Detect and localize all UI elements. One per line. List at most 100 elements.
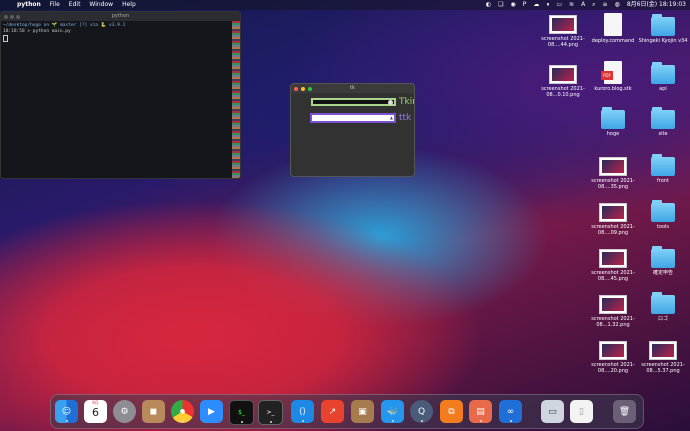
desktop-icon-label: ロゴ (657, 316, 668, 322)
quicktime-icon[interactable]: Q (410, 400, 433, 423)
desktop-icon-label: kuroro.blog.stk (594, 86, 632, 92)
menu-edit[interactable]: Edit (69, 0, 81, 10)
desktop-icon-screenshot-3[interactable]: screenshot 2021-08....35.png (587, 157, 639, 190)
desktop-icon-label: hoge (606, 131, 620, 137)
preview-icon[interactable]: ▤ (469, 400, 492, 423)
desktop-icon-screenshot-1[interactable]: screenshot 2021-08....44.png (537, 15, 589, 48)
terminal-cursor-line[interactable] (1, 35, 240, 43)
folder-icon (651, 14, 675, 36)
document-icon[interactable]: ▯ (570, 400, 593, 423)
desktop-icon-screenshot-8[interactable]: screenshot 2021-08...5.37.png (637, 341, 689, 374)
desktop-icon-screenshot-5[interactable]: screenshot 2021-08....45.png (587, 249, 639, 282)
tray-icon-2[interactable]: ❏ (498, 0, 503, 10)
desktop-icon-label: Shingeki Kyojin v34 (638, 38, 688, 44)
archive-icon[interactable]: ▣ (351, 400, 374, 423)
tk-title: tk (350, 85, 355, 91)
menu-app-name[interactable]: python (17, 0, 41, 10)
input-source-label[interactable]: A (581, 0, 585, 10)
desktop-icon-label: screenshot 2021-08...1.32.png (591, 316, 635, 328)
desktop-icon-front[interactable]: front (637, 154, 689, 184)
folder-icon (651, 107, 675, 129)
ttk-entry[interactable]: ▲ (310, 113, 396, 123)
ttk-entry-arrow-icon: ▲ (389, 115, 393, 120)
ttk-entry-field[interactable]: ▲ (312, 115, 394, 121)
desktop-icon-shingeki-kyojin[interactable]: Shingeki Kyojin v34 (637, 14, 689, 44)
tray-icon-1[interactable]: ◐ (486, 0, 491, 10)
trash-icon[interactable]: 🗑 (613, 400, 636, 423)
desktop-icon-label: screenshot 2021-08...5.37.png (641, 362, 685, 374)
desktop-icon-label: screenshot 2021-08....20.png (591, 362, 635, 374)
tkinter-entry[interactable] (311, 98, 396, 106)
menu-help[interactable]: Help (122, 0, 136, 10)
document-icon (604, 13, 622, 36)
desktop-icon-tools[interactable]: tools (637, 200, 689, 230)
terminal-window[interactable]: python ~/desktop/hoge on 🌱 master [?] vi… (0, 11, 241, 179)
folder-icon (601, 107, 625, 129)
desktop-icon-api[interactable]: api (637, 62, 689, 92)
terminal-scrollback-marks (232, 21, 240, 178)
zoom-icon[interactable]: ▶ (200, 400, 223, 423)
entry-clear-icon[interactable] (388, 100, 393, 105)
folder-icon (651, 154, 675, 176)
system-preferences-icon[interactable]: ⚙ (113, 400, 136, 423)
tkinter-label: Tkinter (399, 97, 414, 107)
iterm-icon[interactable]: $_ (229, 400, 254, 425)
menu-file[interactable]: File (50, 0, 60, 10)
terminal-titlebar[interactable]: python (1, 12, 240, 21)
folder-icon (651, 292, 675, 314)
folder-icon (651, 246, 675, 268)
tray-icon-3[interactable]: ◉ (510, 0, 515, 10)
desktop-icon-screenshot-7[interactable]: screenshot 2021-08....20.png (587, 341, 639, 374)
desktop-icon-label: tools (656, 224, 670, 230)
desktop-icon-kuroro-blog[interactable]: PDF kuroro.blog.stk (587, 61, 639, 92)
screenshot-icon[interactable]: ▭ (541, 400, 564, 423)
image-icon (599, 249, 627, 268)
tk-window[interactable]: tk Tkinter ▲ ttk (290, 83, 415, 177)
cloud-icon[interactable]: ☁ (533, 0, 539, 10)
terminal-title: python (111, 13, 130, 19)
finder-icon[interactable]: ☺ (55, 400, 78, 423)
calendar-day: 6 (92, 406, 99, 419)
ttk-label: ttk (399, 113, 412, 123)
infinity-icon[interactable]: ∞ (499, 400, 522, 423)
desktop-icon-kakutei-shinkoku[interactable]: 確定申告 (637, 246, 689, 276)
parking-icon[interactable]: P (523, 0, 527, 10)
docker-icon[interactable]: 🐳 (381, 400, 404, 423)
sourcetree-icon[interactable]: ⧉ (440, 400, 463, 423)
desktop-icon-deploy-command[interactable]: deploy.command (587, 13, 639, 44)
wifi-icon[interactable]: ≋ (569, 0, 574, 10)
contacts-icon[interactable]: ◼ (142, 400, 165, 423)
battery-icon[interactable]: ▭ (556, 0, 562, 10)
tk-titlebar[interactable]: tk (291, 84, 414, 93)
terminal-icon[interactable]: >_ (258, 400, 283, 425)
menu-clock[interactable]: 8月6日(金) 18:19:03 (627, 0, 686, 10)
calendar-icon[interactable]: 8月 6 (84, 400, 107, 423)
desktop-icon-screenshot-4[interactable]: screenshot 2021-08....09.png (587, 203, 639, 236)
desktop-icon-screenshot-2[interactable]: screenshot 2021-08...0.10.png (537, 65, 589, 98)
desktop-icon-logo[interactable]: ロゴ (637, 292, 689, 322)
pdf-icon: PDF (601, 61, 622, 84)
control-center-icon[interactable]: ≡ (603, 0, 608, 10)
chrome-icon[interactable]: ● (171, 400, 194, 423)
image-icon (599, 341, 627, 360)
desktop-icon-label: screenshot 2021-08....45.png (591, 270, 635, 282)
search-icon[interactable]: ⌕ (592, 0, 595, 10)
desktop-icon-label: screenshot 2021-08....09.png (591, 224, 635, 236)
siri-icon[interactable]: ◍ (615, 0, 620, 10)
desktop-icon-site[interactable]: site (637, 107, 689, 137)
image-icon (549, 65, 577, 84)
menu-extras: ◐ ❏ ◉ P ☁ ⏸ ▭ ≋ A ⌕ ≡ ◍ 8月6日(金) 18:19:03 (486, 0, 686, 10)
menu-window[interactable]: Window (89, 0, 113, 10)
activity-icon[interactable]: ↗ (321, 400, 344, 423)
image-icon (599, 295, 627, 314)
desktop-icon-label: screenshot 2021-08....44.png (541, 36, 585, 48)
desktop-icon-hoge[interactable]: hoge (587, 107, 639, 137)
menu-bar: python File Edit Window Help ◐ ❏ ◉ P ☁ ⏸… (0, 0, 690, 10)
pause-icon[interactable]: ⏸ (546, 0, 549, 10)
vscode-icon[interactable]: ⟨⟩ (291, 400, 314, 423)
desktop-icon-label: api (659, 86, 667, 92)
desktop-icon-screenshot-6[interactable]: screenshot 2021-08...1.32.png (587, 295, 639, 328)
terminal-cursor (3, 35, 8, 42)
desktop-icon-label: front (657, 178, 669, 184)
desktop-icon-label: deploy.command (591, 38, 635, 44)
